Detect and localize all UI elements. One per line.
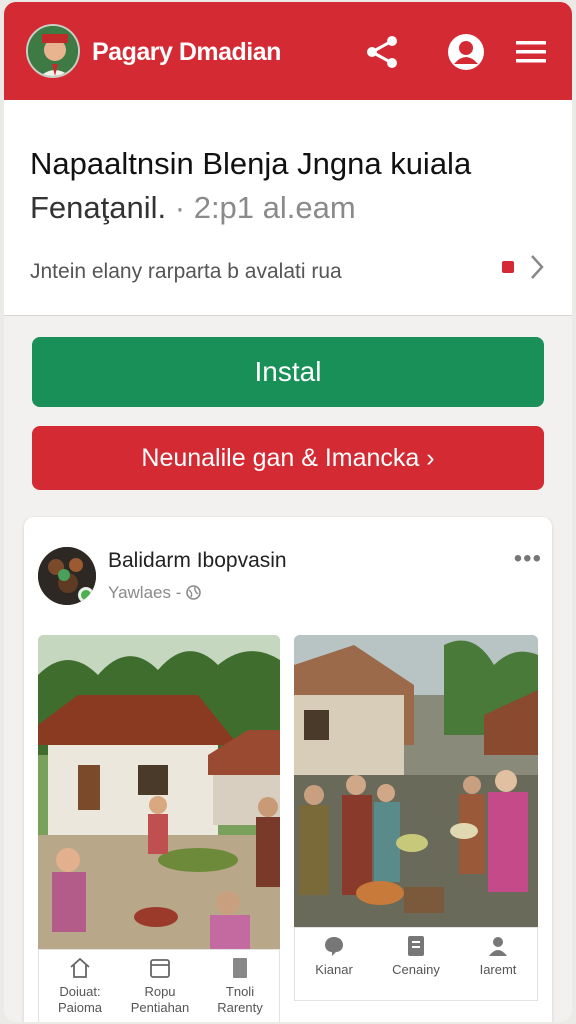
chevron-right-icon [531, 255, 544, 279]
nav-item-library[interactable]: Cenainy [377, 928, 455, 978]
post-time: Yawlaes - [108, 583, 182, 602]
more-options-icon[interactable]: ••• [514, 545, 542, 573]
share-icon[interactable] [362, 32, 402, 72]
nav-item-chat[interactable]: Kianar [295, 928, 373, 978]
feed-post-card: Balidarm Ibopvasin Yawlaes - ••• Doiuat:… [24, 517, 552, 1022]
chat-bubble-icon [325, 937, 343, 956]
home-icon [70, 957, 90, 978]
article-actions [500, 250, 550, 284]
post-author-avatar[interactable] [38, 547, 96, 605]
article-time: · 2:p1 al.eam [174, 190, 356, 225]
article-subtitle: Jntein elany rarparta b avalati rua [30, 260, 342, 283]
secondary-action-button[interactable]: Neunalile gan & Imancka › [32, 426, 544, 490]
bottom-nav-right: Kianar Cenainy Iaremt [294, 927, 538, 1001]
person-icon [489, 937, 507, 956]
globe-icon [186, 583, 201, 602]
nav-item-profile[interactable]: Iaremt [459, 928, 537, 978]
nav-item-home[interactable]: Doiuat: Paioma [43, 950, 117, 1016]
article-title-line-2: Fenaţanil. [30, 190, 167, 225]
post-image-market[interactable] [294, 635, 538, 927]
bookmark-icon [502, 261, 514, 273]
document-icon [233, 958, 247, 978]
post-meta: Yawlaes - [108, 583, 201, 603]
post-author-name[interactable]: Balidarm Ibopvasin [108, 549, 287, 573]
article-title-line-1: Napaaltnsin Blenja Jngna kuiala [30, 146, 472, 181]
post-image-village[interactable] [38, 635, 280, 949]
nav-item-calendar[interactable]: Ropu Pentiahan [123, 950, 197, 1016]
install-button[interactable]: Instal [32, 337, 544, 407]
top-app-bar: Pagary Dmadian [4, 2, 572, 100]
article-card: Napaaltnsin Blenja Jngna kuiala Fenaţani… [4, 100, 572, 316]
book-icon [408, 936, 424, 956]
app-brand-title: Pagary Dmadian [92, 38, 281, 66]
menu-icon[interactable] [512, 32, 552, 72]
article-title: Napaaltnsin Blenja Jngna kuiala Fenaţani… [30, 142, 550, 230]
app-frame: Pagary Dmadian Napaaltnsin Blenja Jngna … [4, 2, 572, 1022]
account-icon[interactable] [446, 32, 486, 72]
calendar-icon [150, 959, 170, 978]
profile-avatar[interactable] [26, 24, 80, 78]
bottom-nav-left: Doiuat: Paioma Ropu Pentiahan Tnoli Rare… [38, 949, 280, 1022]
nav-item-document[interactable]: Tnoli Rarenty [203, 950, 277, 1016]
